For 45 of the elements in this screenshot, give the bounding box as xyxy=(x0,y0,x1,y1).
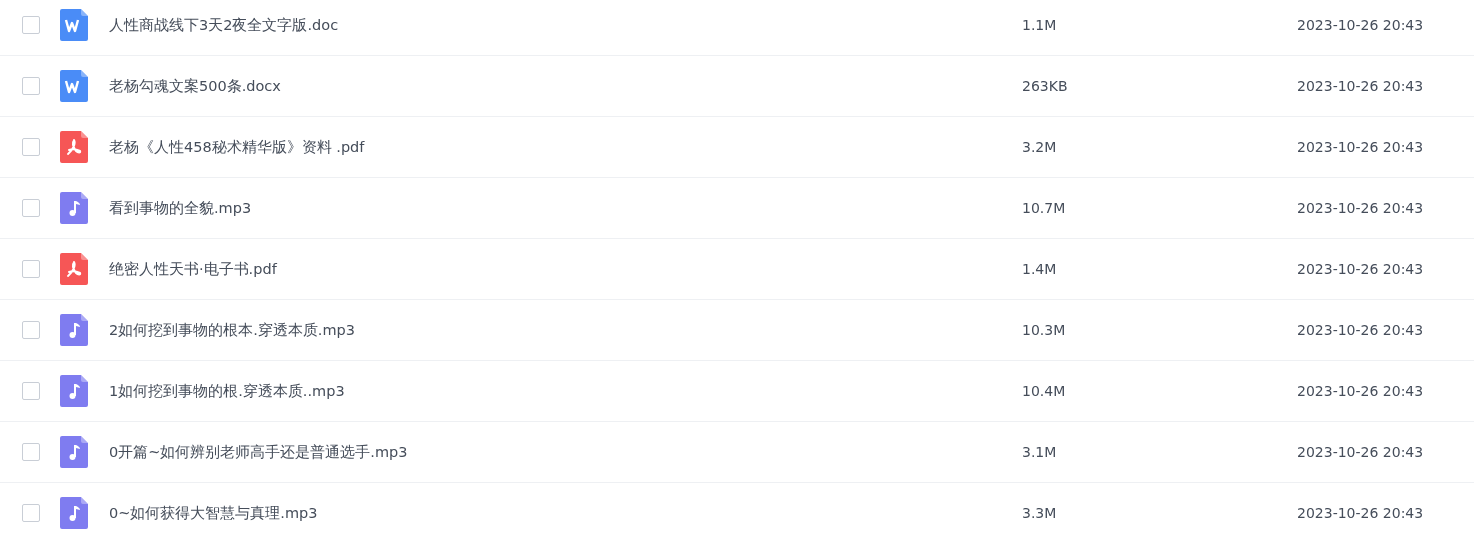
checkbox[interactable] xyxy=(22,504,40,522)
pdf-document-icon xyxy=(60,253,88,285)
checkbox[interactable] xyxy=(22,321,40,339)
modified-date: 2023-10-26 20:43 xyxy=(1297,383,1424,399)
checkbox[interactable] xyxy=(22,260,40,278)
modified-date: 2023-10-26 20:43 xyxy=(1297,139,1424,155)
music-file-icon xyxy=(60,497,88,529)
file-size: 263KB xyxy=(1022,78,1069,94)
file-name[interactable]: 绝密人性天书·电子书.pdf xyxy=(109,259,1022,279)
file-size: 10.3M xyxy=(1022,322,1067,338)
file-name[interactable]: 0开篇~如何辨别老师高手还是普通选手.mp3 xyxy=(109,442,1022,462)
modified-date: 2023-10-26 20:43 xyxy=(1297,200,1424,216)
file-size: 3.3M xyxy=(1022,505,1058,521)
file-size: 3.1M xyxy=(1022,444,1058,460)
file-name[interactable]: 1如何挖到事物的根.穿透本质..mp3 xyxy=(109,381,1022,401)
checkbox[interactable] xyxy=(22,138,40,156)
file-size: 10.7M xyxy=(1022,200,1067,216)
modified-date: 2023-10-26 20:43 xyxy=(1297,17,1424,33)
file-name[interactable]: 人性商战线下3天2夜全文字版.doc xyxy=(109,15,1022,35)
music-file-icon xyxy=(60,375,88,407)
pdf-document-icon xyxy=(60,131,88,163)
file-name[interactable]: 0~如何获得大智慧与真理.mp3 xyxy=(109,503,1022,523)
word-document-icon xyxy=(60,9,88,41)
file-size: 1.4M xyxy=(1022,261,1058,277)
checkbox[interactable] xyxy=(22,199,40,217)
modified-date: 2023-10-26 20:43 xyxy=(1297,444,1424,460)
modified-date: 2023-10-26 20:43 xyxy=(1297,78,1424,94)
music-file-icon xyxy=(60,192,88,224)
modified-date: 2023-10-26 20:43 xyxy=(1297,261,1424,277)
music-file-icon xyxy=(60,436,88,468)
file-name[interactable]: 2如何挖到事物的根本.穿透本质.mp3 xyxy=(109,320,1022,340)
music-file-icon xyxy=(60,314,88,346)
file-size: 10.4M xyxy=(1022,383,1067,399)
checkbox[interactable] xyxy=(22,382,40,400)
file-name[interactable]: 老杨勾魂文案500条.docx xyxy=(109,76,1022,96)
modified-date: 2023-10-26 20:43 xyxy=(1297,505,1424,521)
file-size: 1.1M xyxy=(1022,17,1058,33)
checkbox[interactable] xyxy=(22,443,40,461)
checkbox[interactable] xyxy=(22,77,40,95)
file-name[interactable]: 看到事物的全貌.mp3 xyxy=(109,198,1022,218)
file-size: 3.2M xyxy=(1022,139,1058,155)
file-name[interactable]: 老杨《人性458秘术精华版》资料 .pdf xyxy=(109,137,1022,157)
checkbox[interactable] xyxy=(22,16,40,34)
word-document-icon xyxy=(60,70,88,102)
modified-date: 2023-10-26 20:43 xyxy=(1297,322,1424,338)
